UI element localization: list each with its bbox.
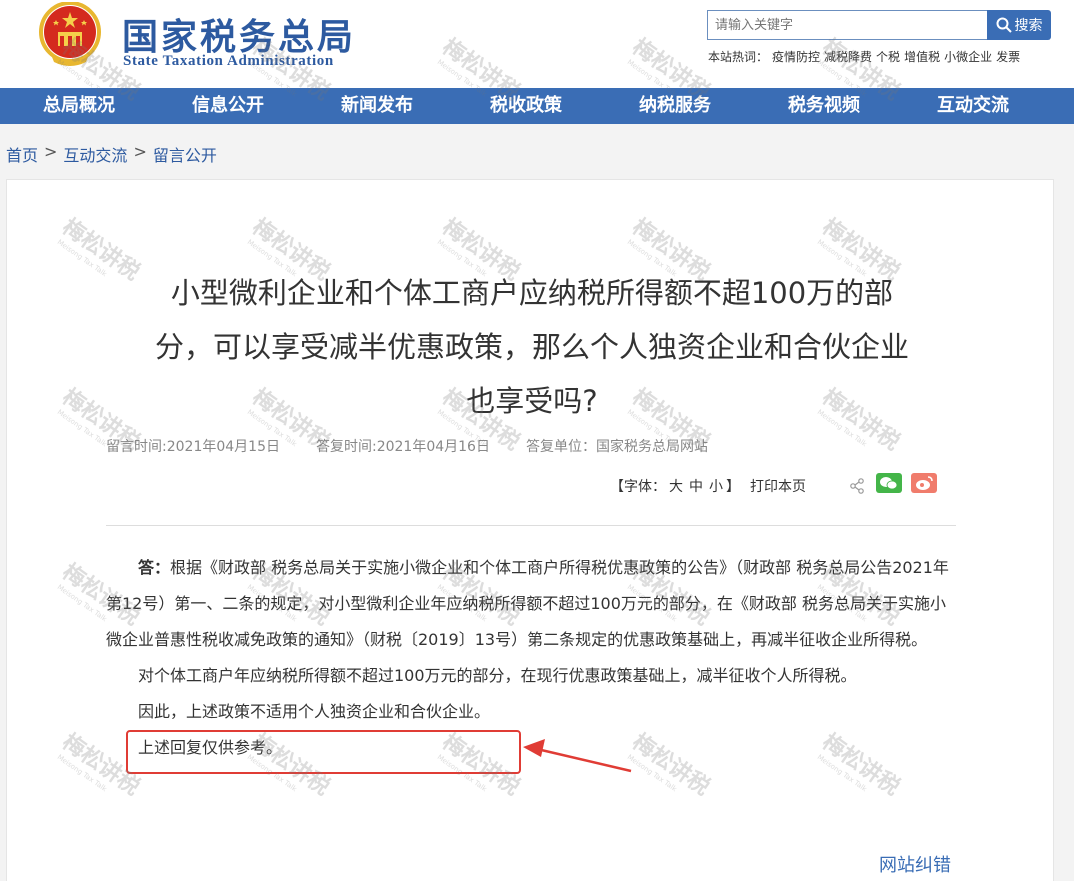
answer-unit: 答复单位：国家税务总局网站 [525,439,708,455]
article-title: 小型微利企业和个体工商户应纳税所得额不超100万的部分，可以享受减半优惠政策，那… [154,276,909,418]
answer-paragraph: 对个体工商户年应纳税所得额不超过100万元的部分，在现行优惠政策基础上，减半征收… [138,666,857,685]
wechat-icon[interactable] [876,473,902,493]
national-emblem-icon [39,2,101,66]
hot-term-link[interactable]: 增值税 [904,48,940,65]
highlight-box [126,730,521,774]
search-button[interactable]: 搜索 [987,10,1051,40]
breadcrumb-public-messages[interactable]: 留言公开 [153,142,217,166]
nav-item-interaction[interactable]: 互动交流 [923,88,1023,124]
answer-paragraph: 答：根据《财政部 税务总局关于实施小微企业和个体工商户所得税优惠政策的公告》（财… [106,550,956,658]
report-error-link[interactable]: 网站纠错 [879,851,951,877]
conclusion-paragraph: 因此，上述政策不适用个人独资企业和合伙企业。 [138,702,491,721]
hot-terms: 本站热词： 疫情防控 减税降费 个税 增值税 小微企业 发票 [708,48,1020,65]
weibo-icon[interactable] [911,473,937,493]
nav-item-news[interactable]: 新闻发布 [327,88,427,124]
answer-time: 答复时间:2021年04月16日 [315,439,490,455]
breadcrumb: 首页 > 互动交流 > 留言公开 [6,142,217,166]
font-medium-button[interactable]: 中 [689,476,703,496]
hot-term-link[interactable]: 个税 [876,48,900,65]
main-nav: 总局概况 信息公开 新闻发布 税收政策 纳税服务 税务视频 互动交流 [0,88,1074,124]
answer-label: 答： [138,558,171,577]
font-small-button[interactable]: 小 [709,476,723,496]
arrow-icon [523,739,632,773]
share-icon[interactable] [849,478,865,494]
hot-term-link[interactable]: 减税降费 [824,48,872,65]
nav-item-policy[interactable]: 税收政策 [476,88,576,124]
font-large-button[interactable]: 大 [669,476,683,496]
search-button-label: 搜索 [1014,18,1043,34]
nav-item-service[interactable]: 纳税服务 [625,88,725,124]
article-meta: 留言时间:2021年04月15日 答复时间:2021年04月16日 答复单位：国… [106,436,708,456]
article-card: 小型微利企业和个体工商户应纳税所得额不超100万的部分，可以享受减半优惠政策，那… [6,179,1054,881]
hot-term-link[interactable]: 发票 [996,48,1020,65]
leave-time: 留言时间:2021年04月15日 [106,439,280,455]
font-size-label-open: 【字体： [610,479,666,495]
hot-term-link[interactable]: 小微企业 [944,48,992,65]
breadcrumb-separator: > [133,142,147,161]
site-logo-english[interactable]: State Taxation Administration [123,53,334,70]
print-button[interactable]: 打印本页 [750,476,806,496]
hot-terms-label: 本站热词： [708,50,769,64]
answer-text: 根据《财政部 税务总局关于实施小微企业和个体工商户所得税优惠政策的公告》（财政部… [106,558,949,649]
breadcrumb-home[interactable]: 首页 [6,142,38,166]
site-header: 国家税务总局 State Taxation Administration 搜索 … [0,0,1074,88]
breadcrumb-interaction[interactable]: 互动交流 [63,142,127,166]
nav-item-info[interactable]: 信息公开 [178,88,278,124]
breadcrumb-separator: > [44,142,58,161]
article-tools: 【字体： 大 中 小 】 打印本页 [610,476,806,496]
font-size-label-close: 】 [726,479,740,495]
search-input[interactable] [707,10,989,40]
nav-item-overview[interactable]: 总局概况 [29,88,129,124]
nav-item-video[interactable]: 税务视频 [774,88,874,124]
search-icon [996,17,1012,33]
divider [106,525,956,526]
hot-term-link[interactable]: 疫情防控 [772,48,820,65]
